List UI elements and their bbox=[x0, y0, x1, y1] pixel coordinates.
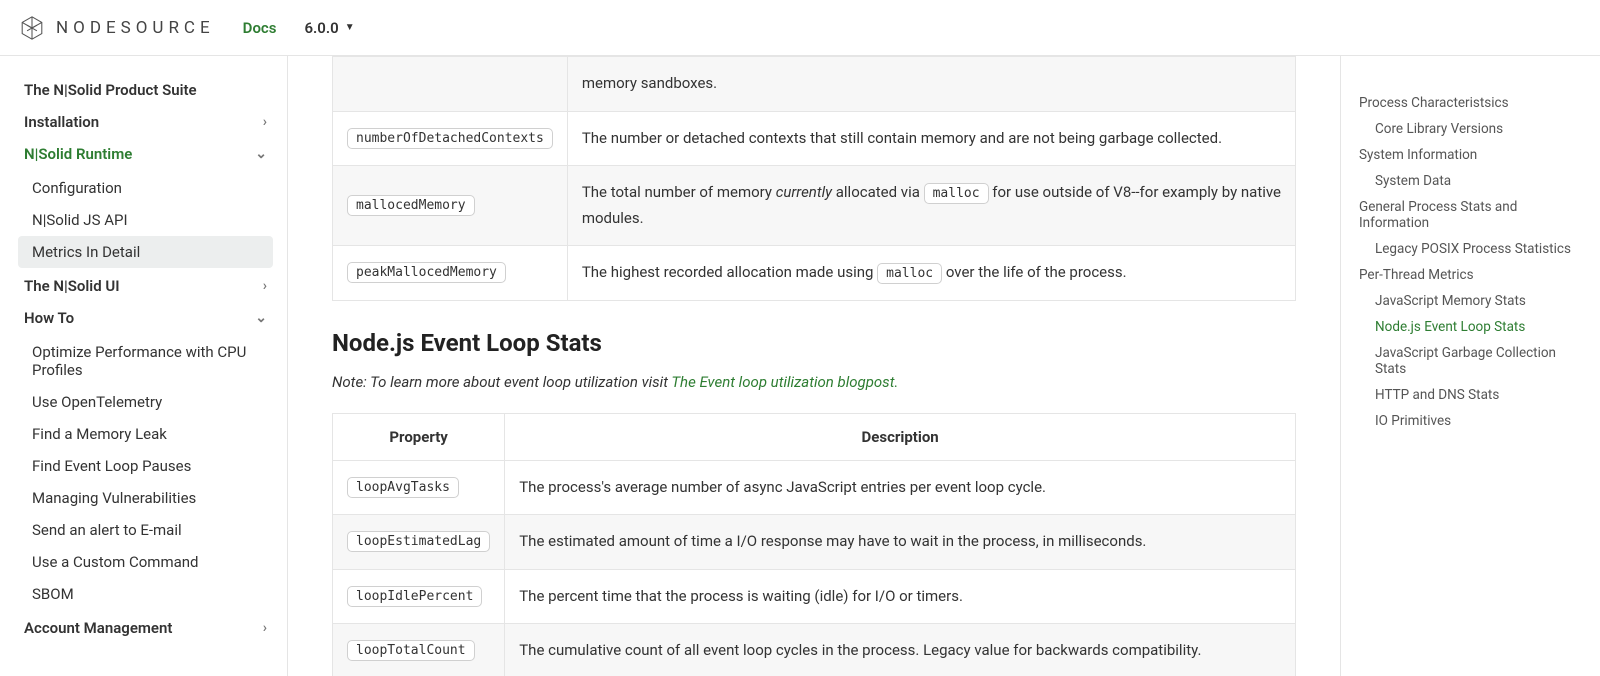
toc-item[interactable]: Per-Thread Metrics bbox=[1359, 262, 1584, 288]
toc-item[interactable]: Node.js Event Loop Stats bbox=[1359, 314, 1584, 340]
brand-name: NODESOURCE bbox=[56, 18, 215, 38]
section-heading-event-loop: Node.js Event Loop Stats bbox=[332, 329, 1296, 357]
table-row: peakMallocedMemory The highest recorded a… bbox=[333, 246, 1296, 301]
desc-cell: The process's average number of async Ja… bbox=[505, 460, 1296, 515]
sidebar-item[interactable]: Use OpenTelemetry bbox=[18, 386, 273, 418]
sidebar-group[interactable]: Account Management › bbox=[18, 612, 273, 644]
sidebar-item[interactable]: N|Solid JS API bbox=[18, 204, 273, 236]
desc-cell: The highest recorded allocation made usi… bbox=[567, 246, 1295, 301]
toc-item[interactable]: JavaScript Garbage Collection Stats bbox=[1359, 340, 1584, 382]
toc-item[interactable]: HTTP and DNS Stats bbox=[1359, 382, 1584, 408]
note-link[interactable]: The Event loop utilization blogpost. bbox=[671, 373, 898, 391]
toc-item[interactable]: IO Primitives bbox=[1359, 408, 1584, 434]
sidebar-item[interactable]: Find a Memory Leak bbox=[18, 418, 273, 450]
prop-code: numberOfDetachedContexts bbox=[347, 128, 553, 149]
prop-code: loopTotalCount bbox=[347, 640, 475, 661]
sidebar-group[interactable]: The N|Solid UI › bbox=[18, 270, 273, 302]
chevron-right-icon: › bbox=[263, 278, 267, 294]
prop-code: loopEstimatedLag bbox=[347, 531, 490, 552]
table-row: mallocedMemory The total number of memory… bbox=[333, 166, 1296, 246]
sidebar-item[interactable]: Optimize Performance with CPU Profiles bbox=[18, 336, 273, 386]
sidebar-item[interactable]: SBOM bbox=[18, 578, 273, 610]
sidebar-group-label: N|Solid Runtime bbox=[24, 145, 132, 163]
table-row: memory sandboxes. bbox=[333, 57, 1296, 112]
caret-down-icon: ▼ bbox=[345, 22, 355, 33]
desc-cell: The cumulative count of all event loop c… bbox=[505, 624, 1296, 676]
memory-stats-table: memory sandboxes.numberOfDetachedContext… bbox=[332, 56, 1296, 301]
desc-cell: The estimated amount of time a I/O respo… bbox=[505, 515, 1296, 570]
desc-cell: memory sandboxes. bbox=[567, 57, 1295, 112]
sidebar-group-label: Account Management bbox=[24, 619, 172, 637]
chevron-down-icon: ⌄ bbox=[255, 310, 267, 326]
toc-item[interactable]: JavaScript Memory Stats bbox=[1359, 288, 1584, 314]
th-property: Property bbox=[333, 413, 505, 460]
sidebar-item[interactable]: Find Event Loop Pauses bbox=[18, 450, 273, 482]
sidebar-item[interactable]: Metrics In Detail bbox=[18, 236, 273, 268]
sidebar-item[interactable]: Configuration bbox=[18, 172, 273, 204]
nav-docs[interactable]: Docs bbox=[243, 19, 277, 37]
prop-code: loopIdlePercent bbox=[347, 586, 482, 607]
sidebar-item[interactable]: Send an alert to E-mail bbox=[18, 514, 273, 546]
sidebar-group[interactable]: The N|Solid Product Suite bbox=[18, 74, 273, 106]
section-note: Note: To learn more about event loop uti… bbox=[332, 373, 1296, 391]
inline-code: malloc bbox=[877, 263, 942, 284]
inline-code: malloc bbox=[924, 183, 989, 204]
prop-cell: loopTotalCount bbox=[333, 624, 505, 676]
table-row: loopIdlePercent The percent time that the… bbox=[333, 569, 1296, 624]
toc-item[interactable]: Process Characteristsics bbox=[1359, 90, 1584, 116]
sidebar-group-label: How To bbox=[24, 309, 74, 327]
sidebar: The N|Solid Product Suite Installation › N|… bbox=[0, 56, 288, 676]
sidebar-group-label: The N|Solid UI bbox=[24, 277, 120, 295]
brand[interactable]: NODESOURCE bbox=[18, 14, 215, 42]
sidebar-group-label: Installation bbox=[24, 113, 99, 131]
sidebar-item[interactable]: Managing Vulnerabilities bbox=[18, 482, 273, 514]
sidebar-group[interactable]: N|Solid Runtime ⌄ bbox=[18, 138, 273, 170]
prop-cell: loopAvgTasks bbox=[333, 460, 505, 515]
table-row: loopAvgTasks The process's average number… bbox=[333, 460, 1296, 515]
prop-cell: peakMallocedMemory bbox=[333, 246, 568, 301]
toc-item[interactable]: System Information bbox=[1359, 142, 1584, 168]
topbar: NODESOURCE Docs 6.0.0 ▼ bbox=[0, 0, 1600, 56]
sidebar-item[interactable]: Use a Custom Command bbox=[18, 546, 273, 578]
sidebar-group[interactable]: How To ⌄ bbox=[18, 302, 273, 334]
prop-code: mallocedMemory bbox=[347, 195, 475, 216]
prop-cell: loopEstimatedLag bbox=[333, 515, 505, 570]
th-description: Description bbox=[505, 413, 1296, 460]
version-label: 6.0.0 bbox=[304, 19, 338, 37]
prop-code: loopAvgTasks bbox=[347, 477, 459, 498]
desc-cell: The number or detached contexts that sti… bbox=[567, 111, 1295, 166]
chevron-right-icon: › bbox=[263, 114, 267, 130]
toc-item[interactable]: Legacy POSIX Process Statistics bbox=[1359, 236, 1584, 262]
sidebar-group[interactable]: Installation › bbox=[18, 106, 273, 138]
prop-cell: mallocedMemory bbox=[333, 166, 568, 246]
desc-cell: The percent time that the process is wai… bbox=[505, 569, 1296, 624]
main-content: memory sandboxes.numberOfDetachedContext… bbox=[288, 56, 1340, 676]
chevron-right-icon: › bbox=[263, 620, 267, 636]
toc: Process CharacteristsicsCore Library Ver… bbox=[1340, 56, 1600, 676]
sidebar-group-label: The N|Solid Product Suite bbox=[24, 81, 197, 99]
logo-icon bbox=[18, 14, 46, 42]
table-row: loopTotalCount The cumulative count of al… bbox=[333, 624, 1296, 676]
desc-cell: The total number of memory currently all… bbox=[567, 166, 1295, 246]
event-loop-table: Property Description loopAvgTasks The pro… bbox=[332, 413, 1296, 676]
toc-item[interactable]: Core Library Versions bbox=[1359, 116, 1584, 142]
prop-cell bbox=[333, 57, 568, 112]
table-row: loopEstimatedLag The estimated amount of … bbox=[333, 515, 1296, 570]
prop-code: peakMallocedMemory bbox=[347, 262, 506, 283]
chevron-down-icon: ⌄ bbox=[255, 146, 267, 162]
toc-item[interactable]: General Process Stats and Information bbox=[1359, 194, 1584, 236]
version-dropdown[interactable]: 6.0.0 ▼ bbox=[304, 19, 354, 37]
prop-cell: numberOfDetachedContexts bbox=[333, 111, 568, 166]
prop-cell: loopIdlePercent bbox=[333, 569, 505, 624]
toc-item[interactable]: System Data bbox=[1359, 168, 1584, 194]
table-row: numberOfDetachedContexts The number or de… bbox=[333, 111, 1296, 166]
